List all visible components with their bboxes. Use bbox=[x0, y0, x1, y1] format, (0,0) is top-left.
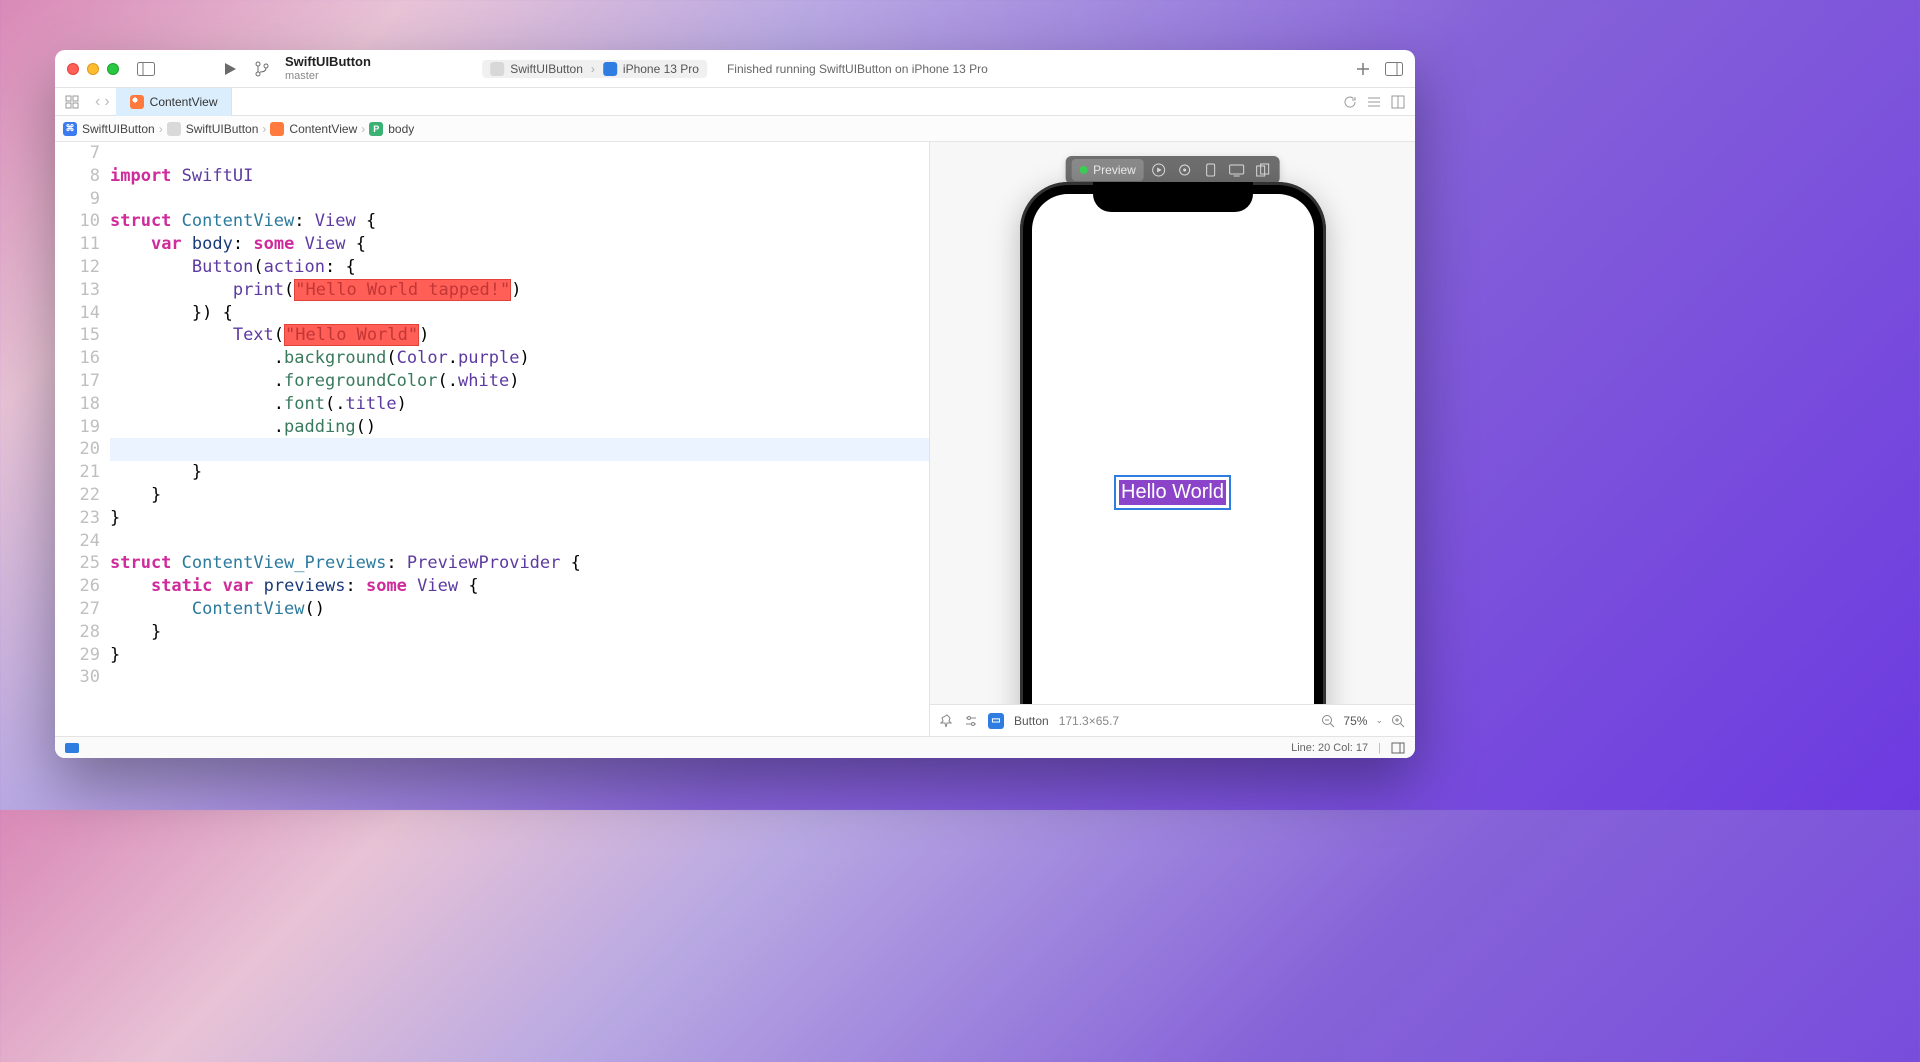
tab-bar-right bbox=[1343, 95, 1415, 109]
project-name: SwiftUIButton bbox=[285, 55, 371, 69]
code-content: import SwiftUI struct ContentView: View … bbox=[110, 142, 929, 736]
iphone-frame: Hello World bbox=[1020, 182, 1326, 704]
minimap-toggle-icon[interactable] bbox=[1391, 742, 1405, 754]
zoom-level[interactable]: 75% bbox=[1343, 714, 1367, 728]
property-icon: P bbox=[369, 122, 383, 136]
refresh-icon[interactable] bbox=[1343, 95, 1357, 109]
element-dimensions: 171.3×65.7 bbox=[1059, 714, 1119, 728]
breadcrumb-item[interactable]: ⌘ SwiftUIButton bbox=[63, 122, 155, 136]
scheme-device-label: iPhone 13 Pro bbox=[623, 62, 699, 76]
add-button[interactable] bbox=[1355, 61, 1371, 77]
close-window-button[interactable] bbox=[67, 63, 79, 75]
tab-label: ContentView bbox=[150, 95, 218, 109]
hello-world-button[interactable]: Hello World bbox=[1119, 480, 1226, 505]
chevron-down-icon[interactable]: ⌄ bbox=[1375, 715, 1383, 726]
breadcrumb-label: SwiftUIButton bbox=[82, 122, 155, 136]
preview-statusbar: ▭ Button 171.3×65.7 75% ⌄ bbox=[930, 704, 1415, 736]
iphone-screen[interactable]: Hello World bbox=[1032, 194, 1314, 704]
xcode-window: SwiftUIButton master SwiftUIButton › iPh… bbox=[55, 50, 1415, 758]
selection-outline: Hello World bbox=[1114, 475, 1231, 510]
window-controls bbox=[67, 63, 119, 75]
adjust-editor-icon[interactable] bbox=[1367, 95, 1381, 109]
toggle-navigator-icon[interactable] bbox=[137, 62, 155, 76]
preview-pane: Preview Hello World bbox=[929, 142, 1415, 736]
device-icon bbox=[603, 62, 617, 76]
preview-canvas[interactable]: Preview Hello World bbox=[930, 142, 1415, 704]
preview-live-button[interactable]: Preview bbox=[1071, 159, 1144, 181]
jump-bar: ⌘ SwiftUIButton › SwiftUIButton › Content… bbox=[55, 116, 1415, 142]
device-settings-icon[interactable] bbox=[1200, 159, 1222, 181]
swift-file-icon bbox=[270, 122, 284, 136]
git-branch-icon[interactable] bbox=[255, 61, 269, 77]
zoom-in-icon[interactable] bbox=[1391, 714, 1405, 728]
toggle-inspector-icon[interactable] bbox=[1385, 62, 1403, 76]
branch-name: master bbox=[285, 70, 371, 82]
preview-toolbar: Preview bbox=[1065, 156, 1280, 184]
add-editor-icon[interactable] bbox=[1391, 95, 1405, 109]
app-icon bbox=[490, 62, 504, 76]
cursor-position: Line: 20 Col: 17 bbox=[1291, 742, 1368, 754]
titlebar-right bbox=[1355, 61, 1403, 77]
swift-file-icon bbox=[130, 95, 144, 109]
duplicate-preview-icon[interactable] bbox=[1252, 159, 1274, 181]
breadcrumb-item[interactable]: Pbody bbox=[369, 122, 414, 136]
editor-pane: 7891011121314151617181920212223242526272… bbox=[55, 142, 929, 736]
zoom-window-button[interactable] bbox=[107, 63, 119, 75]
breadcrumb-item[interactable]: SwiftUIButton bbox=[167, 122, 259, 136]
related-items-icon[interactable] bbox=[55, 95, 89, 109]
back-button[interactable]: ‹ bbox=[95, 93, 100, 111]
scheme-selector: SwiftUIButton › iPhone 13 Pro Finished r… bbox=[482, 60, 988, 78]
folder-icon bbox=[167, 122, 181, 136]
titlebar: SwiftUIButton master SwiftUIButton › iPh… bbox=[55, 50, 1415, 88]
forward-button[interactable]: › bbox=[104, 93, 109, 111]
build-status: Finished running SwiftUIButton on iPhone… bbox=[727, 62, 988, 76]
status-indicator-icon bbox=[1079, 166, 1087, 174]
project-title[interactable]: SwiftUIButton master bbox=[285, 55, 371, 81]
chevron-right-icon: › bbox=[159, 122, 163, 136]
play-preview-icon[interactable] bbox=[1148, 159, 1170, 181]
debug-area-icon[interactable] bbox=[65, 743, 79, 753]
pin-icon[interactable] bbox=[940, 714, 954, 728]
preview-label: Preview bbox=[1093, 163, 1136, 177]
scheme-target-label: SwiftUIButton bbox=[510, 62, 583, 76]
chevron-right-icon: › bbox=[361, 122, 365, 136]
editor-tab[interactable]: ContentView bbox=[116, 88, 233, 116]
zoom-out-icon[interactable] bbox=[1321, 714, 1335, 728]
minimize-window-button[interactable] bbox=[87, 63, 99, 75]
selected-element-label: Button bbox=[1014, 714, 1049, 728]
project-icon: ⌘ bbox=[63, 122, 77, 136]
chevron-right-icon: › bbox=[589, 62, 597, 76]
button-element-icon: ▭ bbox=[988, 713, 1004, 729]
history-nav: ‹ › bbox=[89, 93, 116, 111]
bottom-bar: Line: 20 Col: 17 | bbox=[55, 736, 1415, 758]
scheme-target[interactable]: SwiftUIButton › iPhone 13 Pro bbox=[482, 60, 707, 78]
preview-on-device-icon[interactable] bbox=[1226, 159, 1248, 181]
breadcrumb-label: ContentView bbox=[289, 122, 357, 136]
breadcrumb-label: SwiftUIButton bbox=[186, 122, 259, 136]
line-gutter: 7891011121314151617181920212223242526272… bbox=[55, 142, 110, 736]
workspace: 7891011121314151617181920212223242526272… bbox=[55, 142, 1415, 736]
adjust-icon[interactable] bbox=[964, 714, 978, 728]
chevron-right-icon: › bbox=[262, 122, 266, 136]
source-editor[interactable]: 7891011121314151617181920212223242526272… bbox=[55, 142, 929, 736]
breadcrumb-label: body bbox=[388, 122, 414, 136]
run-button[interactable] bbox=[223, 62, 237, 76]
tab-bar: ‹ › ContentView bbox=[55, 88, 1415, 116]
breadcrumb-item[interactable]: ContentView bbox=[270, 122, 357, 136]
iphone-notch bbox=[1093, 182, 1253, 212]
pin-preview-icon[interactable] bbox=[1174, 159, 1196, 181]
